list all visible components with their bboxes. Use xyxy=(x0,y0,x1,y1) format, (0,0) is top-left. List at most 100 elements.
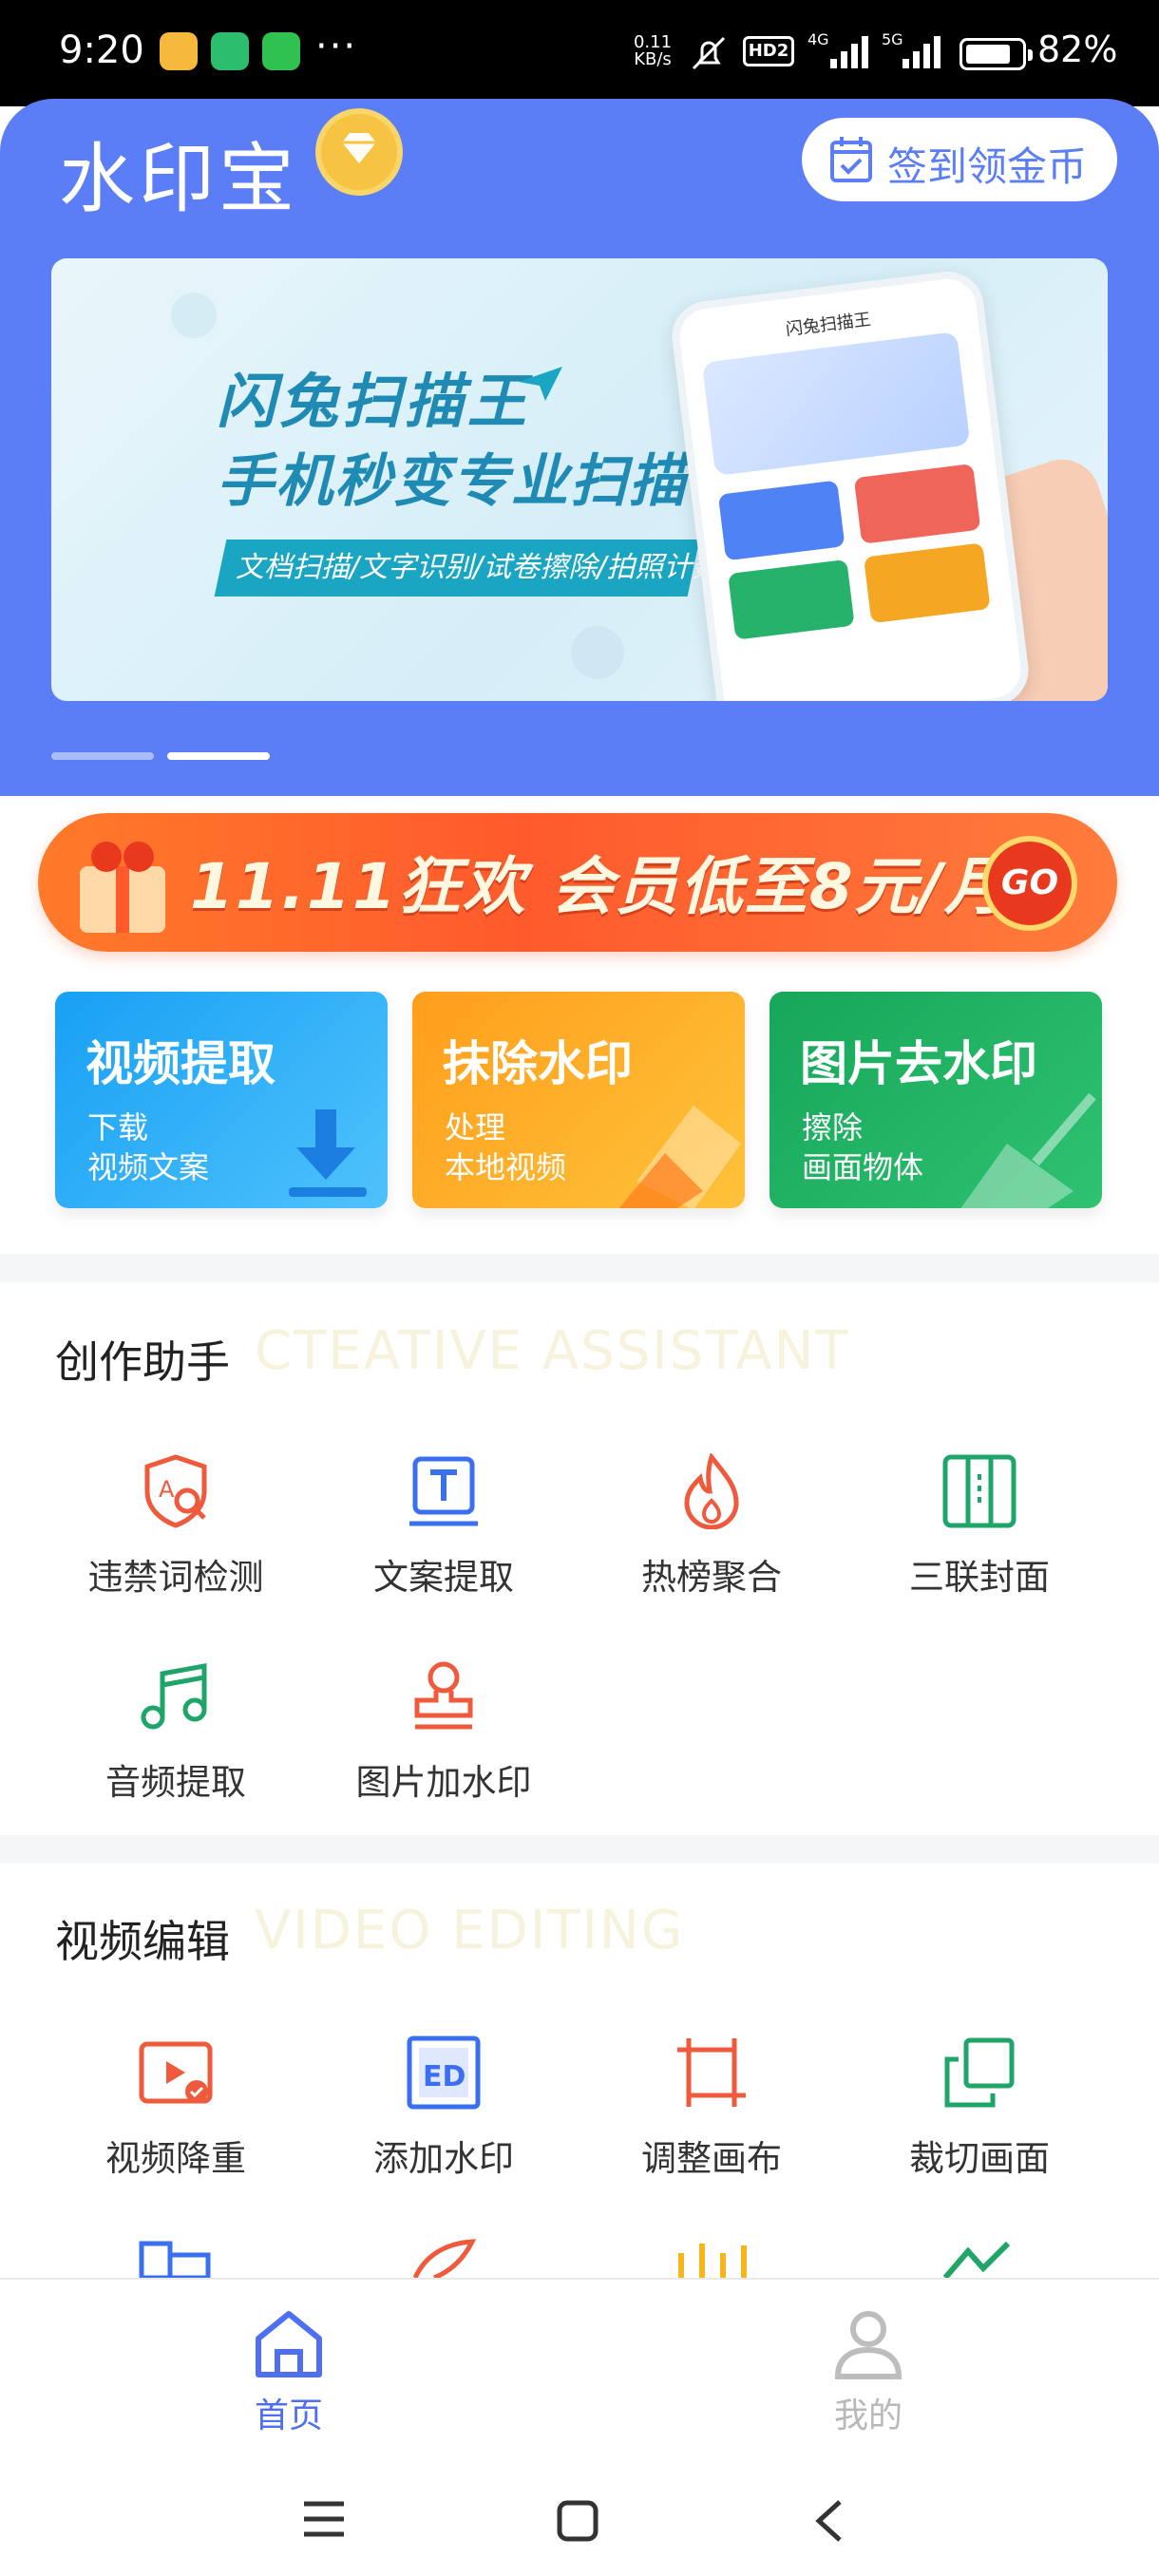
banner-dot[interactable] xyxy=(51,752,154,760)
nav-profile[interactable]: 我的 xyxy=(773,2308,963,2437)
banner-subheadline: 手机秒变专业扫描仪 xyxy=(217,448,747,515)
tool-triple-cover[interactable]: 三联封面 xyxy=(846,1453,1113,1624)
chart-icon xyxy=(678,2244,747,2278)
image-remove-watermark-card[interactable]: 图片去水印 擦除 画面物体 xyxy=(770,992,1102,1208)
banner-headline: 闪兔扫描王 xyxy=(217,367,531,436)
home-square-icon[interactable] xyxy=(557,2500,598,2542)
double11-promo-banner[interactable]: 11.11狂欢 会员低至8元/月 GO xyxy=(38,813,1117,952)
triple-cover-icon xyxy=(942,1454,1016,1528)
card-sub1: 擦除 xyxy=(802,1109,864,1146)
banner-dot-active[interactable] xyxy=(167,752,270,760)
banner-feature-strip: 文档扫描/文字识别/试卷擦除/拍照计数 xyxy=(214,540,720,597)
app-title: 水印宝 xyxy=(59,135,298,223)
notes-app-icon xyxy=(160,32,198,70)
tool-hot-list[interactable]: 热榜聚合 xyxy=(578,1453,846,1624)
status-time: 9:20 xyxy=(59,28,144,72)
eraser-icon xyxy=(618,1106,741,1208)
card-sub2: 视频文案 xyxy=(87,1149,210,1185)
status-bar: 9:20 ··· 0.11 KB/s HD2 4G 5G 82% xyxy=(0,0,1159,106)
card-sub2: 画面物体 xyxy=(802,1149,924,1185)
promo-banner[interactable]: 闪兔扫描王 手机秒变专业扫描仪 文档扫描/文字识别/试卷擦除/拍照计数 闪兔扫描… xyxy=(51,258,1108,701)
battery-icon xyxy=(960,38,1033,70)
tool-video-dedupe[interactable]: 视频降重 xyxy=(42,2035,310,2206)
creative-section-subtitle: CTEATIVE ASSISTANT xyxy=(255,1320,850,1382)
svg-text:A: A xyxy=(159,1476,175,1503)
download-icon xyxy=(289,1109,367,1197)
paper-plane-icon xyxy=(519,367,562,401)
signin-label: 签到领金币 xyxy=(887,143,1088,190)
mute-icon xyxy=(692,36,726,70)
tool-text-extract[interactable]: 文案提取 xyxy=(310,1453,578,1624)
vip-diamond-icon[interactable] xyxy=(315,108,403,196)
tool-label: 热榜聚合 xyxy=(641,1557,782,1598)
canvas-adjust-icon xyxy=(677,2038,746,2107)
tool-label: 裁切画面 xyxy=(909,2138,1050,2179)
music-note-icon xyxy=(141,1663,207,1730)
tool-label: 违禁词检测 xyxy=(87,1557,264,1598)
system-navigation-bar xyxy=(0,2453,1159,2576)
creative-section-title: 创作助手 xyxy=(55,1336,230,1388)
video-section-title: 视频编辑 xyxy=(55,1916,230,1967)
promo-text: 11.11狂欢 会员低至8元/月 xyxy=(190,850,1009,923)
text-extract-icon xyxy=(409,1456,478,1526)
hd-voice-badge: HD2 xyxy=(743,36,794,66)
video-extract-card[interactable]: 视频提取 下载 视频文案 xyxy=(55,992,388,1208)
tool-canvas-adjust[interactable]: 调整画布 xyxy=(578,2035,846,2206)
tool-label: 三联封面 xyxy=(909,1557,1050,1598)
signal-icon xyxy=(830,36,868,68)
menu-icon[interactable] xyxy=(302,2500,346,2538)
tool-label: 文案提取 xyxy=(373,1557,514,1598)
banner-decoration-icon xyxy=(571,626,624,679)
rocket-icon xyxy=(412,2239,477,2278)
more-notifications-icon: ··· xyxy=(315,25,358,68)
video-section-subtitle: VIDEO EDITING xyxy=(255,1900,685,1961)
tool-label: 图片加水印 xyxy=(355,1762,532,1803)
erase-watermark-card[interactable]: 抹除水印 处理 本地视频 xyxy=(412,992,745,1208)
flame-icon xyxy=(684,1453,739,1529)
section-divider xyxy=(0,1254,1159,1282)
video-dedupe-icon xyxy=(139,2041,213,2104)
tool-label: 视频降重 xyxy=(105,2138,246,2179)
card-sub2: 本地视频 xyxy=(445,1149,567,1185)
nav-home-label: 首页 xyxy=(254,2396,323,2435)
broom-icon xyxy=(960,1092,1096,1208)
card-sub1: 下载 xyxy=(87,1109,149,1146)
phone-illustration: 闪兔扫描王 xyxy=(668,267,1033,701)
crop-icon xyxy=(944,2037,1015,2108)
tool-label: 调整画布 xyxy=(641,2138,782,2179)
bottom-navigation: 首页 我的 xyxy=(0,2278,1159,2453)
tool-banned-word-check[interactable]: A 违禁词检测 xyxy=(42,1453,310,1624)
go-button[interactable]: GO xyxy=(982,836,1077,931)
card-title: 视频提取 xyxy=(86,1036,276,1091)
city-icon xyxy=(139,2241,211,2278)
tool-audio-extract[interactable]: 音频提取 xyxy=(42,1658,310,1829)
trend-icon xyxy=(942,2241,1011,2278)
tool-add-watermark[interactable]: ED 添加水印 xyxy=(310,2035,578,2206)
tool-image-watermark[interactable]: 图片加水印 xyxy=(310,1658,578,1829)
section-divider xyxy=(0,1835,1159,1864)
signin-coins-button[interactable]: 签到领金币 xyxy=(802,118,1117,201)
card-sub1: 处理 xyxy=(445,1109,506,1146)
banner-decoration-icon xyxy=(171,293,217,338)
add-watermark-icon: ED xyxy=(407,2036,481,2110)
green-app-icon xyxy=(211,32,249,70)
gift-box-icon xyxy=(80,842,165,933)
profile-icon xyxy=(834,2311,902,2379)
tool-label: 音频提取 xyxy=(105,1762,246,1803)
header: 水印宝 签到领金币 闪兔扫描王 手机秒变专业扫描仪 文档扫描/文字识别/试卷擦除… xyxy=(0,99,1159,796)
shield-search-icon: A xyxy=(144,1454,207,1528)
network-speed: 0.11 KB/s xyxy=(633,32,673,69)
home-icon xyxy=(256,2311,322,2377)
calendar-check-icon xyxy=(830,137,872,182)
back-icon[interactable] xyxy=(813,2498,846,2544)
stamp-icon xyxy=(414,1661,473,1730)
network-4g-label: 4G xyxy=(808,30,829,48)
svg-text:ED: ED xyxy=(423,2060,466,2093)
tool-crop[interactable]: 裁切画面 xyxy=(846,2035,1113,2206)
signal-icon-2 xyxy=(902,36,940,68)
tool-label: 添加水印 xyxy=(373,2138,514,2179)
wechat-icon xyxy=(262,32,300,70)
nav-profile-label: 我的 xyxy=(833,2396,902,2435)
battery-percent: 82% xyxy=(1037,28,1118,70)
nav-home[interactable]: 首页 xyxy=(194,2308,384,2437)
